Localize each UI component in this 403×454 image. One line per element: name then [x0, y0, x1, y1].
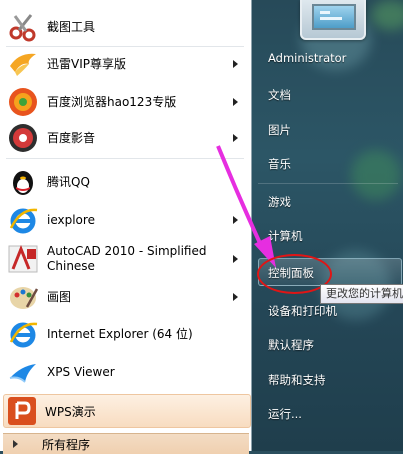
program-label: 百度浏览器hao123专版	[47, 94, 177, 109]
scissors-icon	[7, 11, 39, 43]
qq-penguin-icon	[7, 166, 39, 198]
program-item-wps-presentation[interactable]: WPS演示	[3, 394, 251, 428]
list-divider	[6, 158, 244, 159]
program-label: Internet Explorer (64 位)	[47, 326, 193, 341]
help-support-link[interactable]: 帮助和支持	[268, 372, 326, 388]
run-link[interactable]: 运行...	[268, 406, 302, 422]
program-label: AutoCAD 2010 - Simplified Chinese	[47, 244, 207, 274]
monitor-icon	[312, 4, 356, 30]
wps-presentation-icon	[8, 397, 36, 425]
program-item-snipping-tool[interactable]: 截图工具	[2, 9, 248, 45]
thunder-bird-icon	[7, 48, 39, 80]
tooltip: 更改您的计算机	[320, 284, 403, 304]
program-label: 截图工具	[47, 19, 96, 34]
ie-icon	[7, 318, 39, 350]
label-line-2: Chinese	[47, 259, 95, 273]
all-programs-label: 所有程序	[42, 437, 91, 452]
program-item-baidu-browser[interactable]: 百度浏览器hao123专版	[2, 84, 248, 120]
user-avatar[interactable]	[300, 0, 366, 40]
program-item-thunder-vip[interactable]: 迅雷VIP尊享版	[2, 46, 248, 82]
program-label: 画图	[47, 289, 72, 304]
program-label: iexplore	[47, 212, 95, 227]
paint-palette-icon	[7, 281, 39, 313]
user-name-link[interactable]: Administrator	[268, 51, 346, 65]
baidu-browser-icon	[7, 86, 39, 118]
chevron-right-icon[interactable]	[233, 98, 238, 106]
baidu-player-icon	[7, 122, 39, 154]
program-label: XPS Viewer	[47, 364, 115, 379]
program-item-xps-viewer[interactable]: XPS Viewer	[2, 354, 248, 390]
autocad-icon	[7, 243, 39, 275]
annotation-arrow-icon	[216, 145, 276, 268]
program-label: WPS演示	[45, 404, 96, 419]
ie-icon	[7, 204, 39, 236]
xps-viewer-icon	[7, 356, 39, 388]
program-item-ie64[interactable]: Internet Explorer (64 位)	[2, 316, 248, 352]
label-line-1: AutoCAD 2010 - Simplified	[47, 244, 207, 258]
chevron-right-icon[interactable]	[233, 293, 238, 301]
program-label: 迅雷VIP尊享版	[47, 56, 126, 71]
documents-link[interactable]: 文档	[268, 87, 291, 103]
program-item-paint[interactable]: 画图	[2, 279, 248, 315]
program-label: 腾讯QQ	[47, 174, 90, 189]
pictures-link[interactable]: 图片	[268, 122, 291, 138]
program-label: 百度影音	[47, 130, 96, 145]
default-programs-link[interactable]: 默认程序	[268, 337, 314, 353]
triangle-right-icon	[13, 440, 18, 448]
chevron-right-icon[interactable]	[233, 60, 238, 68]
devices-printers-link[interactable]: 设备和打印机	[268, 303, 337, 319]
